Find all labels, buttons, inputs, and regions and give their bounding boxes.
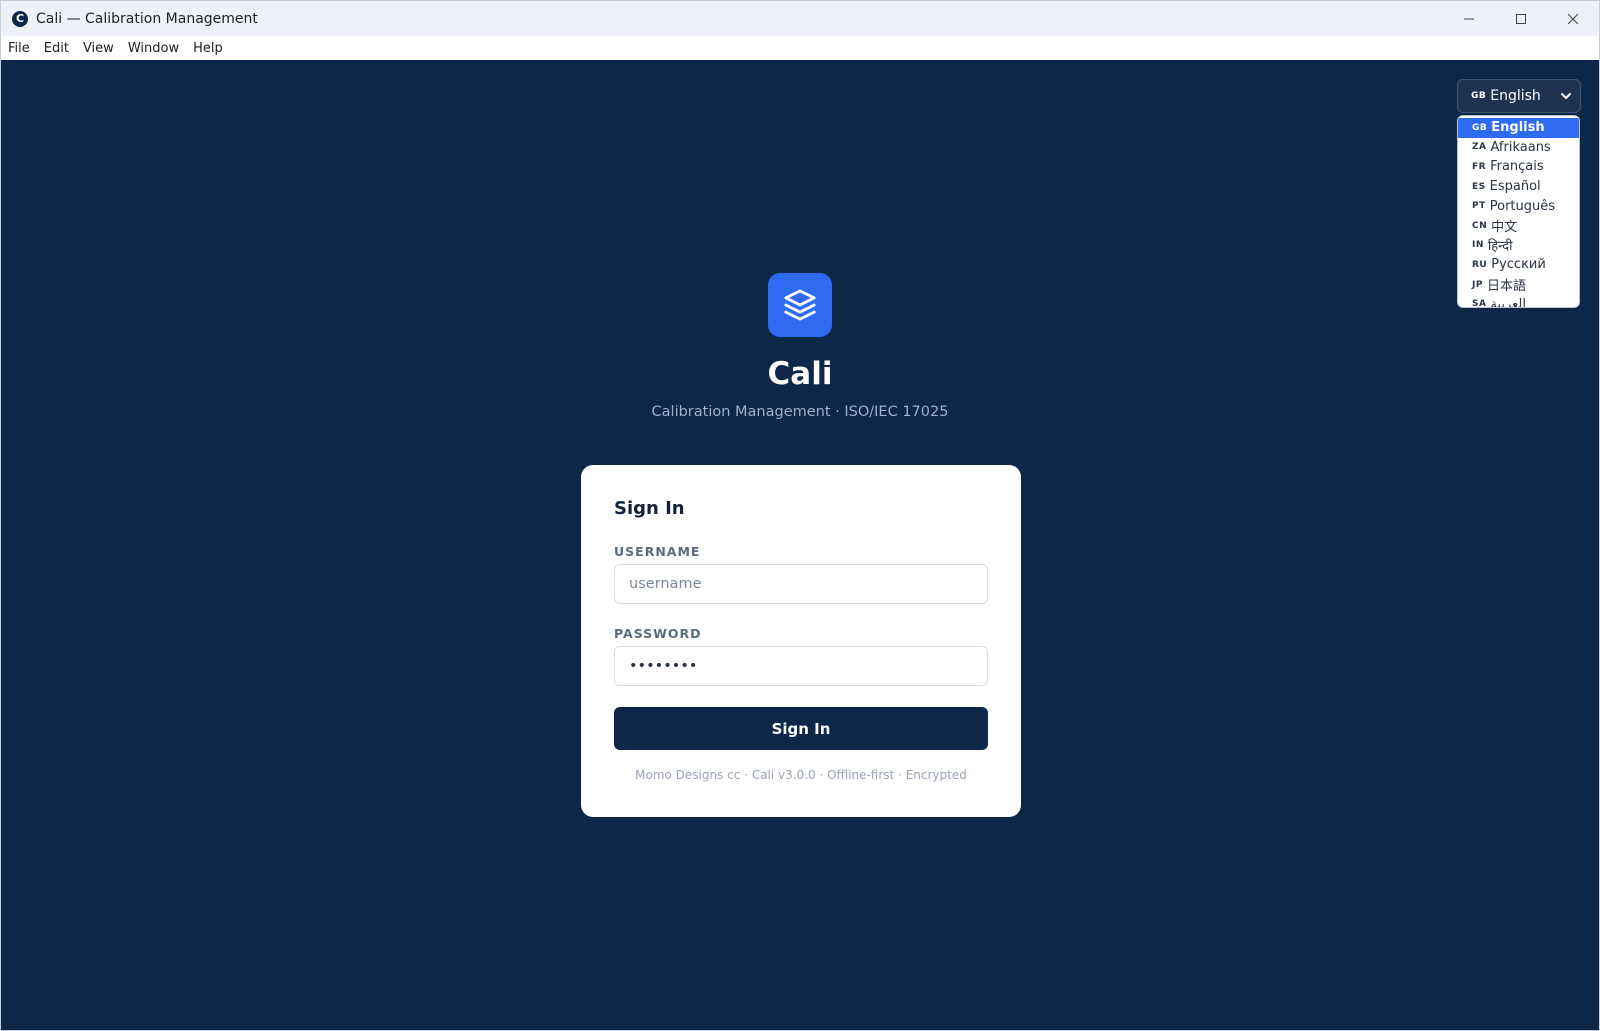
language-option-code: GB (1472, 122, 1488, 133)
minimize-button[interactable] (1443, 1, 1495, 36)
close-button[interactable] (1547, 1, 1599, 36)
language-option-af[interactable]: ZA Afrikaans (1458, 138, 1579, 158)
window-title: Cali — Calibration Management (36, 10, 258, 27)
language-option-pt[interactable]: PT Português (1458, 196, 1579, 216)
app-window: C Cali — Calibration Management File Edi… (0, 0, 1600, 1031)
language-option-zh[interactable]: CN 中文 (1458, 216, 1579, 236)
close-icon (1567, 13, 1579, 24)
maximize-icon (1516, 13, 1526, 24)
password-label: PASSWORD (614, 626, 702, 641)
language-option-code: ES (1472, 181, 1486, 192)
language-option-code: IN (1472, 240, 1484, 251)
language-option-ru[interactable]: RU Русский (1458, 255, 1579, 275)
language-option-label: English (1491, 120, 1545, 136)
language-option-label: Français (1490, 159, 1544, 175)
app-icon: C (12, 10, 28, 27)
language-option-code: ZA (1472, 142, 1487, 153)
app-name: Cali (767, 356, 833, 392)
language-option-ar[interactable]: SA العربية (1458, 294, 1579, 308)
window-controls (1443, 1, 1599, 36)
sign-in-card: Sign In USERNAME PASSWORD Sign In Momo D… (581, 465, 1021, 817)
password-input[interactable] (614, 646, 988, 686)
menu-help[interactable]: Help (193, 41, 223, 56)
minimize-icon (1464, 18, 1474, 19)
app-logo (768, 273, 832, 337)
sign-in-title: Sign In (614, 498, 685, 519)
language-option-ja[interactable]: JP 日本語 (1458, 275, 1579, 295)
menu-bar: File Edit View Window Help (1, 36, 1599, 60)
chevron-down-icon (1561, 93, 1571, 99)
language-option-code: FR (1472, 161, 1487, 172)
sign-in-button[interactable]: Sign In (614, 707, 988, 750)
menu-window[interactable]: Window (128, 41, 179, 56)
language-option-label: Español (1489, 179, 1541, 195)
language-option-fr[interactable]: FR Français (1458, 157, 1579, 177)
maximize-button[interactable] (1495, 1, 1547, 36)
menu-file[interactable]: File (8, 41, 30, 56)
menu-edit[interactable]: Edit (44, 41, 69, 56)
language-selected-label: English (1490, 88, 1541, 104)
language-option-label: Afrikaans (1490, 139, 1551, 155)
title-bar: C Cali — Calibration Management (1, 1, 1599, 36)
language-option-en[interactable]: GB English (1458, 118, 1579, 138)
language-option-code: PT (1472, 201, 1486, 212)
language-flag-code: GB (1471, 91, 1487, 101)
language-option-label: Русский (1491, 257, 1546, 273)
username-input[interactable] (614, 564, 988, 604)
language-option-code: CN (1472, 220, 1488, 231)
language-option-label: 日本語 (1486, 279, 1526, 295)
app-subtitle: Calibration Management · ISO/IEC 17025 (651, 404, 949, 420)
language-option-label: Português (1489, 198, 1556, 214)
login-screen: Cali Calibration Management · ISO/IEC 17… (1, 60, 1599, 1030)
language-option-hi[interactable]: IN हिन्दी (1458, 236, 1579, 256)
language-dropdown: GB English ZA Afrikaans FR Français ES E… (1457, 115, 1580, 308)
language-option-label: हिन्दी (1487, 239, 1513, 255)
language-option-label: العربية (1490, 296, 1526, 308)
language-select[interactable]: GB English (1457, 79, 1581, 113)
language-option-label: 中文 (1491, 220, 1518, 236)
menu-view[interactable]: View (83, 41, 114, 56)
language-option-es[interactable]: ES Español (1458, 177, 1579, 197)
card-footer: Momo Designs cc · Cali v3.0.0 · Offline-… (635, 768, 967, 782)
layers-icon (784, 289, 816, 321)
language-option-code: RU (1472, 259, 1488, 270)
username-label: USERNAME (614, 544, 701, 559)
language-option-code: JP (1472, 279, 1483, 290)
language-option-code: SA (1472, 299, 1487, 308)
